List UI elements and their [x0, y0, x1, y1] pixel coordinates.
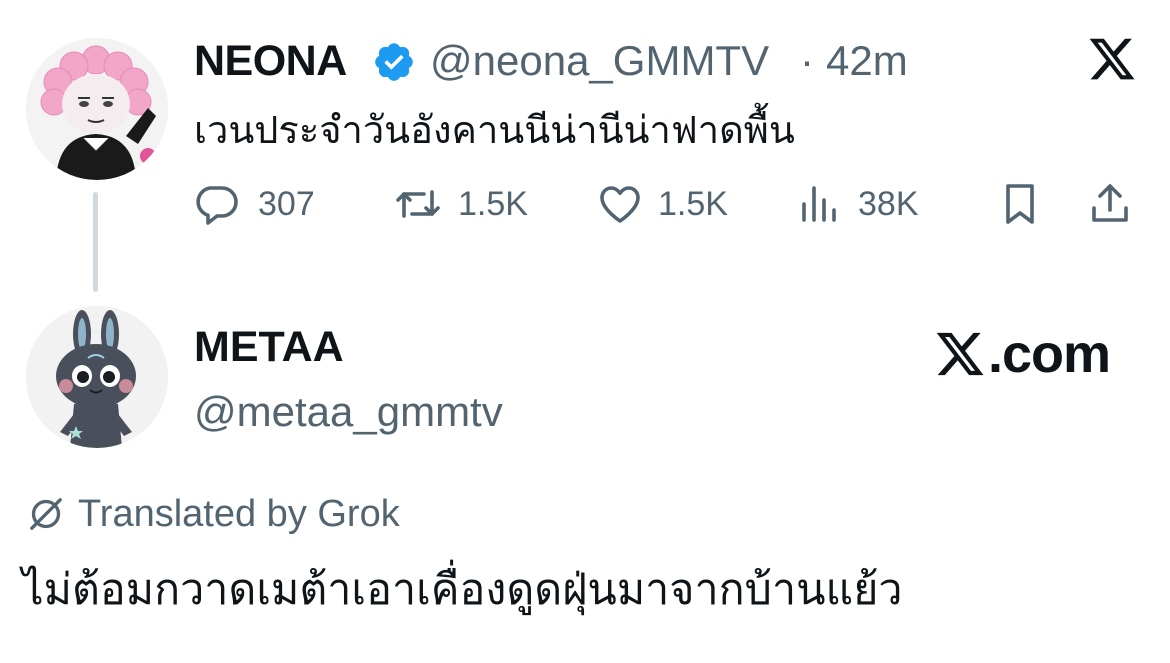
author-name[interactable]: NEONA: [194, 36, 347, 86]
retweet-icon[interactable]: [394, 180, 442, 228]
metaa-avatar-image: [26, 306, 168, 448]
avatar-metaa[interactable]: [26, 306, 168, 448]
translated-text: ไม่ต้อมกวาดเมต้าเอาเคื่องดูดฝุ่นมาจากบ้า…: [22, 565, 903, 615]
like-count: 1.5K: [658, 185, 728, 223]
like-heart-icon[interactable]: [596, 180, 644, 228]
reply-icon[interactable]: [192, 180, 240, 228]
translated-by-grok[interactable]: Translated by Grok: [26, 492, 400, 536]
tweet-timestamp[interactable]: 42m: [826, 36, 908, 86]
grok-icon: [30, 498, 62, 530]
brand-domain-text: .com: [988, 324, 1111, 384]
author-handle[interactable]: @neona_GMMTV: [430, 36, 769, 86]
bookmark-icon[interactable]: [996, 180, 1044, 228]
verified-badge-icon: [375, 43, 413, 81]
tweet-text: เวนประจำวันอังคานนีน่านีน่าฟาดพื้น: [194, 108, 795, 152]
x-logo-icon: [1089, 38, 1135, 80]
share-icon[interactable]: [1086, 180, 1134, 228]
thread-connector-line: [93, 192, 98, 292]
x-com-brand: .com: [932, 324, 1111, 384]
retweet-count: 1.5K: [458, 185, 528, 223]
reply-count: 307: [258, 185, 315, 223]
x-logo-icon: [936, 332, 984, 376]
views-chart-icon[interactable]: [796, 180, 844, 228]
views-count: 38K: [858, 185, 919, 223]
meta-separator: ·: [800, 37, 814, 84]
translation-label: Translated by Grok: [78, 493, 400, 535]
avatar-neona[interactable]: [26, 38, 168, 180]
reply-author-name[interactable]: METAA: [194, 320, 344, 374]
reply-author-handle[interactable]: @metaa_gmmtv: [194, 386, 503, 438]
neona-avatar-image: [26, 38, 168, 180]
